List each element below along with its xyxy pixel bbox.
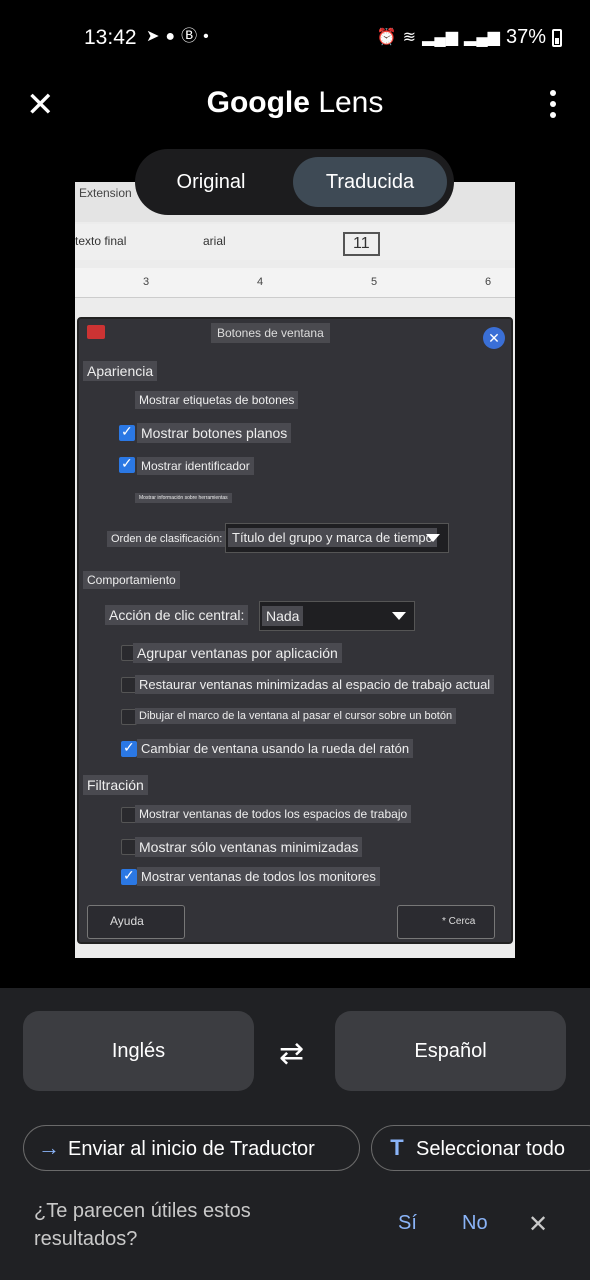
photo-ruler: 3 4 5 6 — [75, 268, 515, 298]
send-to-translate-chip[interactable]: → Enviar al inicio de Traductor — [23, 1125, 360, 1171]
feedback-no-button[interactable]: No — [462, 1212, 488, 1235]
wifi-icon: ≋ — [402, 28, 417, 46]
ruler-tick: 3 — [143, 276, 150, 288]
system-icons: ⏰ ≋ ▂▄▆ ▂▄▆ 37% — [377, 26, 562, 49]
ruler-tick: 6 — [485, 276, 492, 288]
checkbox-icon — [121, 867, 137, 885]
brand-google: Google — [206, 86, 310, 119]
window-buttons-dialog: Botones de ventana ✕ Apariencia Mostrar … — [77, 317, 513, 944]
close-icon: ✕ — [483, 327, 505, 349]
feedback-yes-button[interactable]: Sí — [398, 1212, 417, 1235]
view-toggle: Original Traducida — [135, 149, 454, 215]
chevron-down-icon — [392, 612, 406, 620]
swap-languages-icon[interactable]: ⇄ — [279, 1036, 304, 1071]
signal-icon: ▂▄▆ — [422, 28, 459, 46]
signal-icon: ▂▄▆ — [464, 28, 500, 46]
option-label: Mostrar ventanas de todos los espacios d… — [135, 805, 412, 823]
battery-percent: 37% — [505, 26, 546, 48]
photo-extension-label: Extension — [79, 186, 132, 200]
app-icon — [87, 325, 105, 339]
option-label: Cambiar de ventana usando la rueda del r… — [137, 739, 414, 758]
photo-font-size: 11 — [343, 232, 380, 256]
checkbox-icon — [121, 739, 137, 757]
select-all-label: Seleccionar todo — [416, 1138, 565, 1160]
page-title: Google Lens — [0, 86, 590, 120]
chat-icon: ● — [165, 28, 176, 45]
section-appearance: Apariencia — [83, 361, 158, 381]
lens-header: ✕ Google Lens — [0, 78, 590, 134]
battery-icon — [552, 28, 562, 47]
sort-label: Orden de clasificación: — [107, 531, 227, 547]
tab-translated[interactable]: Traducida — [293, 157, 447, 207]
section-behavior: Comportamiento — [83, 571, 180, 589]
ruler-tick: 5 — [371, 276, 378, 288]
b-icon: Ⓑ — [181, 28, 198, 45]
dialog-title: Botones de ventana — [211, 323, 330, 343]
middle-click-label: Acción de clic central: — [105, 605, 249, 625]
feedback-question: ¿Te parecen útiles estos resultados? — [34, 1200, 251, 1250]
option-label: Mostrar información sobre herramientas — [135, 493, 232, 503]
checkbox-icon — [119, 423, 135, 441]
target-language-button[interactable]: Español — [335, 1011, 566, 1091]
status-bar: 13:42 ➤ ● Ⓑ • ⏰ ≋ ▂▄▆ ▂▄▆ 37% — [0, 0, 590, 78]
more-options-icon[interactable] — [550, 90, 558, 118]
option-label: Mostrar botones planos — [137, 423, 292, 443]
photo-toolbar — [75, 224, 515, 260]
source-language-button[interactable]: Inglés — [23, 1011, 254, 1091]
photo-font-dropdown: arial — [203, 234, 226, 248]
middle-click-dropdown: Nada — [259, 601, 415, 631]
chevron-down-icon — [426, 534, 440, 542]
brand-lens: Lens — [318, 86, 384, 119]
option-label: Restaurar ventanas minimizadas al espaci… — [135, 675, 495, 694]
option-label: Mostrar ventanas de todos los monitores — [137, 867, 380, 886]
ruler-tick: 4 — [257, 276, 264, 288]
clock: 13:42 — [84, 26, 137, 49]
telegram-icon: ➤ — [146, 28, 160, 45]
send-to-translate-label: Enviar al inicio de Traductor — [68, 1138, 315, 1160]
sort-value: Título del grupo y marca de tiempo — [228, 528, 437, 547]
checkbox-icon — [119, 455, 135, 473]
arrow-right-icon: → — [38, 1135, 60, 1160]
tab-original[interactable]: Original — [143, 157, 279, 207]
section-filtering: Filtración — [83, 775, 148, 795]
alarm-icon: ⏰ — [376, 28, 397, 46]
dot-icon: • — [203, 28, 209, 45]
close-icon[interactable]: ✕ — [528, 1210, 548, 1239]
photo-style-dropdown: texto final — [75, 234, 127, 248]
dialog-close-button: * Cerca — [397, 905, 495, 939]
option-label: Mostrar etiquetas de botones — [135, 391, 299, 409]
notification-icons: ➤ ● Ⓑ • — [146, 27, 209, 47]
close-label: * Cerca — [442, 916, 476, 927]
option-label: Agrupar ventanas por aplicación — [133, 643, 342, 663]
option-label: Mostrar sólo ventanas minimizadas — [135, 837, 363, 857]
help-label: Ayuda — [110, 914, 144, 928]
select-all-chip[interactable]: T Seleccionar todo — [371, 1125, 590, 1171]
sort-dropdown: Título del grupo y marca de tiempo — [225, 523, 449, 553]
captured-photo: Extension texto final arial 11 3 4 5 6 B… — [75, 182, 515, 988]
text-icon: T — [390, 1135, 404, 1160]
help-button: Ayuda — [87, 905, 185, 939]
middle-click-value: Nada — [262, 606, 304, 626]
option-label: Mostrar identificador — [137, 457, 254, 475]
option-label: Dibujar el marco de la ventana al pasar … — [135, 708, 457, 724]
